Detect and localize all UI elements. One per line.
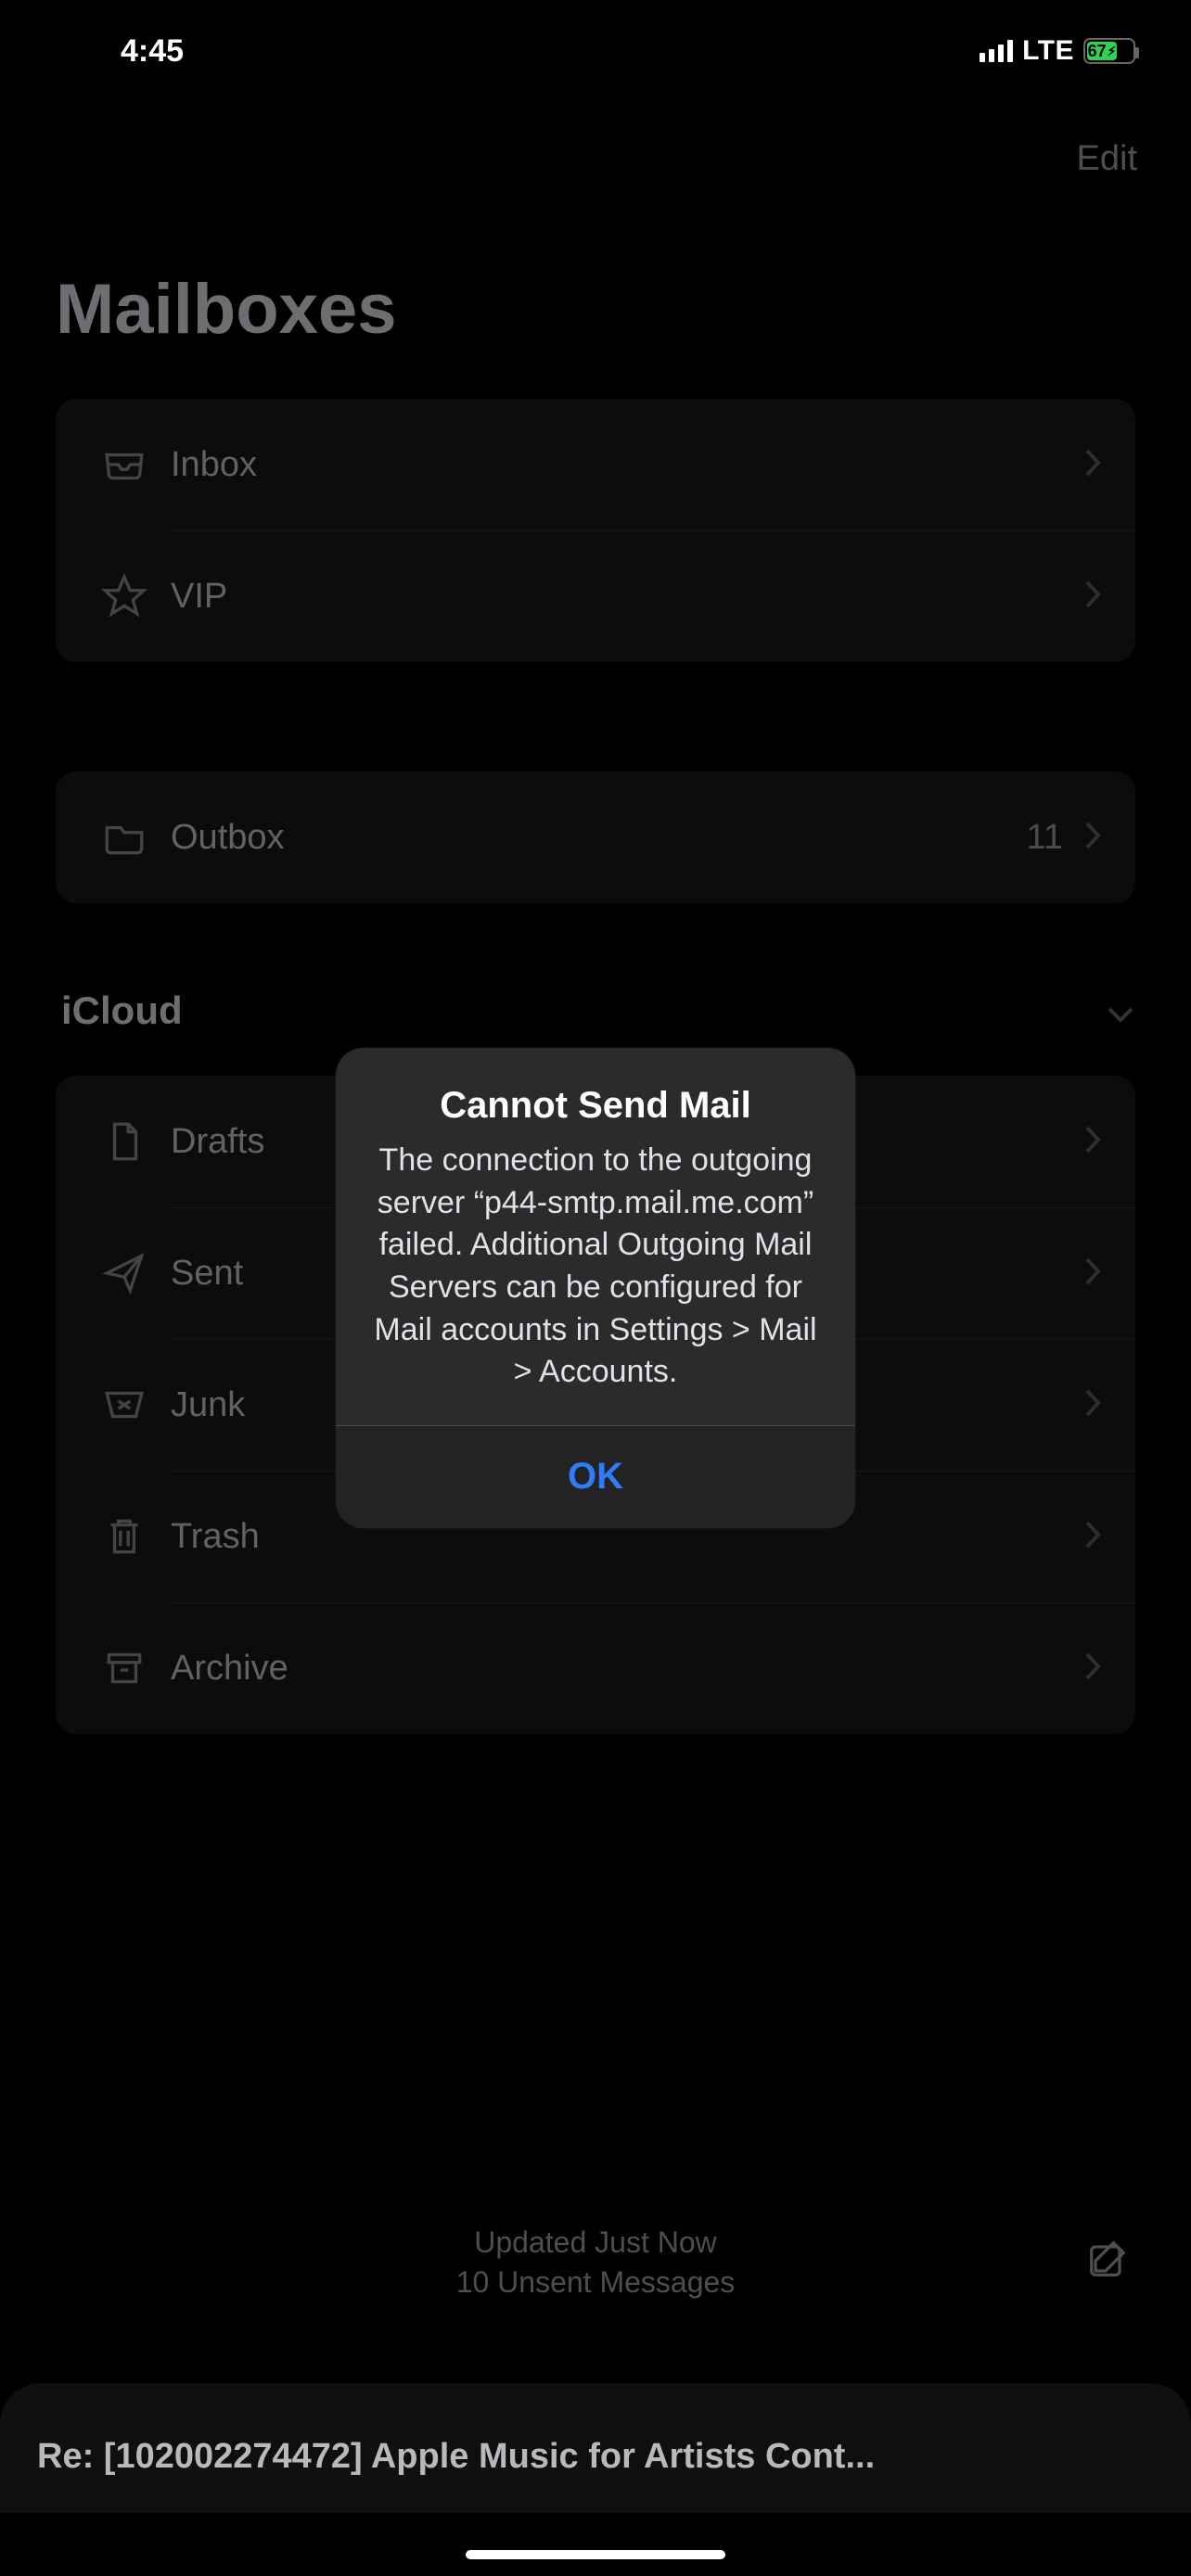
alert-dialog: Cannot Send Mail The connection to the o…: [336, 1048, 855, 1527]
alert-message: The connection to the outgoing server “p…: [367, 1140, 824, 1393]
alert-ok-button[interactable]: OK: [336, 1426, 855, 1528]
home-indicator[interactable]: [466, 2550, 725, 2559]
alert-title: Cannot Send Mail: [367, 1085, 824, 1127]
alert-backdrop: Cannot Send Mail The connection to the o…: [0, 0, 1191, 2576]
